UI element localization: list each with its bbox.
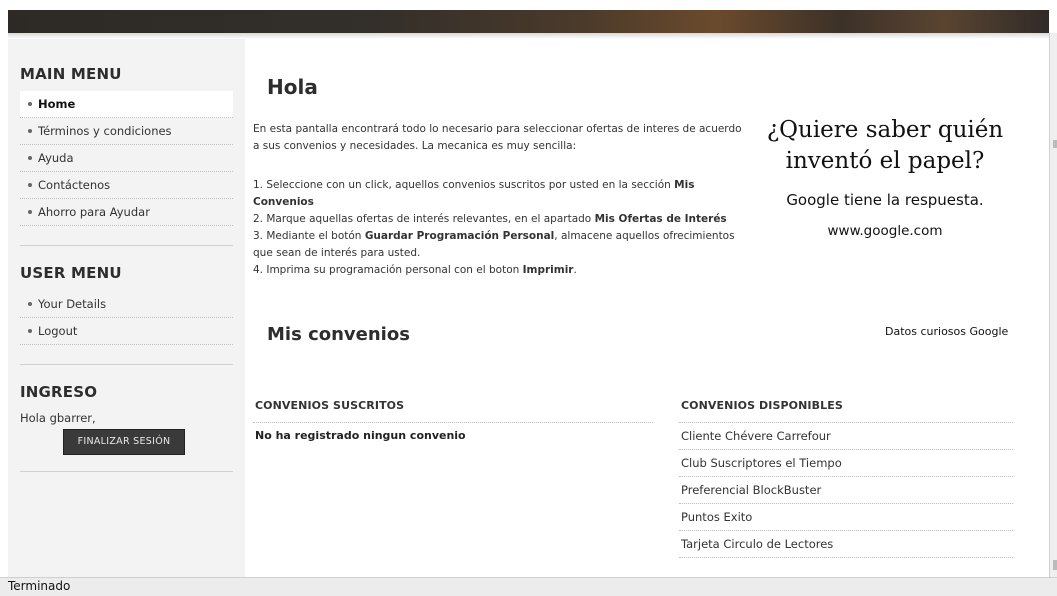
- user-menu-title: USER MENU: [20, 264, 122, 282]
- scrollbar-marker: [1053, 560, 1057, 570]
- bullet-icon: [28, 209, 32, 214]
- ad-text: Google tiene la respuesta.: [786, 191, 984, 209]
- end-session-button[interactable]: FINALIZAR SESIÓN: [63, 429, 185, 455]
- bullet-icon: [28, 182, 32, 187]
- bullet-icon: [28, 101, 32, 106]
- menu-item-label: Contáctenos: [38, 178, 111, 192]
- subscribed-agreements: CONVENIOS SUSCRITOS No ha registrado nin…: [253, 389, 653, 442]
- step-2: 2. Marque aquellas ofertas de interés re…: [253, 213, 727, 225]
- main-menu-item-terms[interactable]: Términos y condiciones: [20, 118, 233, 145]
- google-ad[interactable]: ¿Quiere saber quién inventó el papel? Go…: [755, 115, 1015, 239]
- ad-url[interactable]: www.google.com: [755, 223, 1015, 239]
- list-item[interactable]: Tarjeta Circulo de Lectores: [679, 531, 1013, 558]
- intro-text: En esta pantalla encontrará todo lo nece…: [253, 123, 742, 152]
- bullet-icon: [28, 328, 32, 333]
- login-title: INGRESO: [20, 383, 98, 401]
- ad-credit-link[interactable]: Datos curiosos Google: [885, 325, 1008, 338]
- main-menu-item-help[interactable]: Ayuda: [20, 145, 233, 172]
- available-header: CONVENIOS DISPONIBLES: [679, 389, 1013, 423]
- available-list: Cliente Chévere Carrefour Club Suscripto…: [679, 423, 1013, 558]
- vertical-scrollbar[interactable]: [1049, 33, 1057, 577]
- section-title: Mis convenios: [267, 324, 410, 345]
- ad-headline[interactable]: ¿Quiere saber quién inventó el papel?: [755, 115, 1015, 177]
- top-band: [0, 0, 1057, 10]
- main-menu-item-contact[interactable]: Contáctenos: [20, 172, 233, 199]
- scrollbar-marker: [1053, 140, 1057, 148]
- main-menu-title: MAIN MENU: [20, 65, 122, 83]
- subscribed-header: CONVENIOS SUSCRITOS: [253, 389, 653, 423]
- status-text: Terminado: [8, 579, 71, 593]
- page-title: Hola: [267, 75, 318, 99]
- bullet-icon: [28, 301, 32, 306]
- list-item[interactable]: Club Suscriptores el Tiempo: [679, 450, 1013, 477]
- status-bar: Terminado: [0, 577, 1057, 596]
- bullet-icon: [28, 128, 32, 133]
- user-menu-item-logout[interactable]: Logout: [20, 318, 233, 345]
- sidebar-divider: [20, 471, 233, 472]
- sidebar-divider: [20, 364, 233, 365]
- step-3: 3. Mediante el botón Guardar Programació…: [253, 230, 735, 259]
- header-banner-image: [8, 10, 1049, 33]
- main-content: Hola En esta pantalla encontrará todo lo…: [245, 39, 1049, 577]
- menu-item-label: Términos y condiciones: [38, 124, 172, 138]
- list-item[interactable]: Puntos Exito: [679, 504, 1013, 531]
- main-menu-item-home[interactable]: Home: [20, 91, 233, 118]
- list-item[interactable]: Cliente Chévere Carrefour: [679, 423, 1013, 450]
- menu-item-label: Home: [38, 97, 76, 111]
- empty-message: No ha registrado ningun convenio: [255, 429, 466, 442]
- step-1: 1. Seleccione con un click, aquellos con…: [253, 179, 695, 208]
- menu-item-label: Your Details: [38, 297, 107, 311]
- sidebar: MAIN MENU Home Términos y condiciones Ay…: [8, 39, 245, 577]
- user-menu: Your Details Logout: [20, 291, 233, 345]
- bullet-icon: [28, 155, 32, 160]
- main-menu: Home Términos y condiciones Ayuda Contác…: [20, 91, 233, 226]
- main-menu-item-savings[interactable]: Ahorro para Ayudar: [20, 199, 233, 226]
- instruction-steps: 1. Seleccione con un click, aquellos con…: [253, 177, 743, 279]
- available-agreements: CONVENIOS DISPONIBLES Cliente Chévere Ca…: [679, 389, 1013, 558]
- list-item[interactable]: Preferencial BlockBuster: [679, 477, 1013, 504]
- menu-item-label: Logout: [38, 324, 78, 338]
- menu-item-label: Ayuda: [38, 151, 74, 165]
- sidebar-divider: [20, 245, 233, 246]
- menu-item-label: Ahorro para Ayudar: [38, 205, 150, 219]
- user-greeting: Hola gbarrer,: [20, 411, 96, 425]
- step-4: 4. Imprima su programación personal con …: [253, 264, 577, 276]
- user-menu-item-details[interactable]: Your Details: [20, 291, 233, 318]
